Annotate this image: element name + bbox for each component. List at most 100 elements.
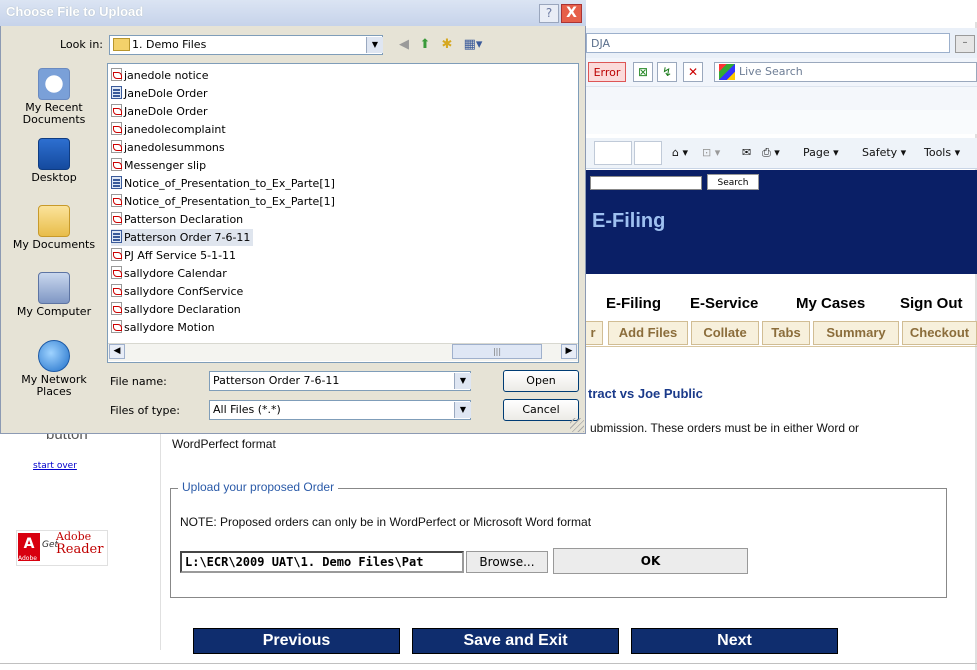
minimize-button[interactable]: –	[955, 35, 975, 53]
open-button[interactable]: Open	[503, 370, 579, 392]
pdf-file-icon	[111, 140, 122, 153]
files-of-type-label: Files of type:	[110, 404, 181, 417]
next-button[interactable]: Next	[631, 628, 838, 654]
list-item[interactable]: Notice_of_Presentation_to_Ex_Parte[1]	[111, 175, 338, 192]
tab-collate[interactable]: Collate	[691, 321, 759, 345]
place-recent-documents[interactable]: My Recent Documents	[6, 68, 102, 126]
views-menu-icon[interactable]: ▦▾	[461, 37, 485, 53]
resize-grip-icon[interactable]	[570, 418, 584, 432]
list-item[interactable]: Patterson Declaration	[111, 211, 246, 228]
list-item[interactable]: JaneDole Order	[111, 85, 211, 102]
file-path-input[interactable]: L:\ECR\2009 UAT\1. Demo Files\Pat	[180, 551, 464, 573]
tab-summary[interactable]: Summary	[813, 321, 899, 345]
file-name: sallydore Calendar	[124, 267, 227, 280]
start-over-link[interactable]: start over	[33, 461, 77, 471]
ok-button[interactable]: OK	[553, 548, 748, 574]
file-name-dropdown-arrow[interactable]: ▼	[454, 373, 471, 389]
wordperfect-file-icon	[111, 86, 122, 99]
list-item[interactable]: janedole notice	[111, 67, 211, 84]
new-folder-icon[interactable]: ✱	[439, 37, 455, 53]
safety-menu[interactable]: Safety ▾	[862, 143, 906, 163]
scrollbar-thumb[interactable]: |||	[452, 344, 542, 359]
place-desktop[interactable]: Desktop	[6, 138, 102, 184]
list-item[interactable]: Messenger slip	[111, 157, 209, 174]
up-folder-icon[interactable]: ⬆	[417, 37, 433, 53]
case-title: tract vs Joe Public	[588, 386, 703, 401]
nav-eservice[interactable]: E-Service	[690, 295, 758, 312]
site-search-button[interactable]: Search	[707, 174, 759, 190]
address-bar[interactable]: DJA	[586, 33, 950, 53]
file-name: sallydore ConfService	[124, 285, 244, 298]
place-label: My Computer	[16, 305, 92, 318]
list-item[interactable]: sallydore Declaration	[111, 301, 244, 318]
previous-button[interactable]: Previous	[193, 628, 400, 654]
pdf-file-icon	[111, 248, 122, 261]
page-menu[interactable]: Page ▾	[803, 143, 839, 163]
list-item[interactable]: sallydore ConfService	[111, 283, 246, 300]
place-my-documents[interactable]: My Documents	[6, 205, 102, 251]
look-in-select[interactable]: 1. Demo Files	[109, 35, 383, 55]
tab-checkout[interactable]: Checkout	[902, 321, 977, 345]
compatibility-icon[interactable]: ⊠	[633, 62, 653, 82]
files-of-type-dropdown-arrow[interactable]: ▼	[454, 402, 471, 418]
file-name: janedolecomplaint	[124, 123, 226, 136]
live-search-input[interactable]: Live Search	[714, 62, 977, 82]
list-item[interactable]: PJ Aff Service 5-1-11	[111, 247, 239, 264]
list-item[interactable]: sallydore Motion	[111, 319, 218, 336]
place-label: Desktop	[31, 171, 77, 184]
list-item-selected[interactable]: Patterson Order 7-6-11	[111, 229, 254, 246]
mail-icon[interactable]: ✉	[742, 143, 751, 163]
refresh-icon[interactable]: ↯	[657, 62, 677, 82]
list-item[interactable]: Notice_of_Presentation_to_Ex_Parte[1]	[111, 193, 338, 210]
stop-icon[interactable]: ✕	[683, 62, 703, 82]
tab-add-files[interactable]: Add Files	[608, 321, 688, 345]
back-icon[interactable]: ◀	[396, 37, 412, 53]
scroll-right-icon[interactable]: ▶	[561, 344, 577, 359]
file-name: Notice_of_Presentation_to_Ex_Parte[1]	[124, 177, 335, 190]
file-list[interactable]: janedole notice JaneDole Order JaneDole …	[107, 63, 579, 363]
file-name: Notice_of_Presentation_to_Ex_Parte[1]	[124, 195, 335, 208]
tab-tabs[interactable]: Tabs	[762, 321, 810, 345]
pdf-file-icon	[111, 320, 122, 333]
look-in-dropdown-arrow[interactable]: ▼	[366, 37, 383, 53]
site-search-input[interactable]	[590, 176, 702, 190]
home-icon[interactable]: ⌂ ▾	[672, 143, 688, 163]
save-and-exit-button[interactable]: Save and Exit	[412, 628, 619, 654]
scroll-left-icon[interactable]: ◀	[109, 344, 125, 359]
file-name: Patterson Declaration	[124, 213, 244, 226]
files-of-type-select[interactable]: All Files (*.*)	[209, 400, 471, 420]
list-item[interactable]: janedolesummons	[111, 139, 228, 156]
tab-input-1[interactable]	[594, 141, 632, 165]
nav-sign-out[interactable]: Sign Out	[900, 295, 963, 312]
list-item[interactable]: sallydore Calendar	[111, 265, 230, 282]
desktop-icon	[38, 138, 70, 170]
network-places-icon	[38, 340, 70, 372]
feeds-icon[interactable]: ⊡ ▾	[702, 143, 720, 163]
pdf-file-icon	[111, 284, 122, 297]
list-item[interactable]: janedolecomplaint	[111, 121, 229, 138]
error-indicator[interactable]: Error	[588, 62, 626, 82]
file-name: PJ Aff Service 5-1-11	[124, 249, 237, 262]
file-name-input[interactable]: Patterson Order 7-6-11	[209, 371, 471, 391]
close-button[interactable]: X	[561, 4, 582, 23]
list-item[interactable]: JaneDole Order	[111, 103, 211, 120]
place-network-places[interactable]: My Network Places	[6, 340, 102, 398]
wordperfect-file-icon	[111, 230, 122, 243]
help-button[interactable]: ?	[539, 4, 559, 23]
browse-button[interactable]: Browse...	[466, 551, 548, 573]
wordperfect-file-icon	[111, 176, 122, 189]
print-icon[interactable]: ⎙ ▾	[762, 143, 780, 163]
tools-menu[interactable]: Tools ▾	[924, 143, 960, 163]
file-name: sallydore Declaration	[124, 303, 241, 316]
place-my-computer[interactable]: My Computer	[6, 272, 102, 318]
cancel-button[interactable]: Cancel	[503, 399, 579, 421]
pdf-file-icon	[111, 266, 122, 279]
look-in-label: Look in:	[60, 38, 103, 51]
recent-documents-icon	[38, 68, 70, 100]
pdf-file-icon	[111, 302, 122, 315]
tab-input-2[interactable]	[634, 141, 662, 165]
nav-efiling[interactable]: E-Filing	[606, 295, 661, 312]
nav-my-cases[interactable]: My Cases	[796, 295, 865, 312]
pdf-file-icon	[111, 104, 122, 117]
tab-previous-step[interactable]: r	[583, 321, 603, 345]
